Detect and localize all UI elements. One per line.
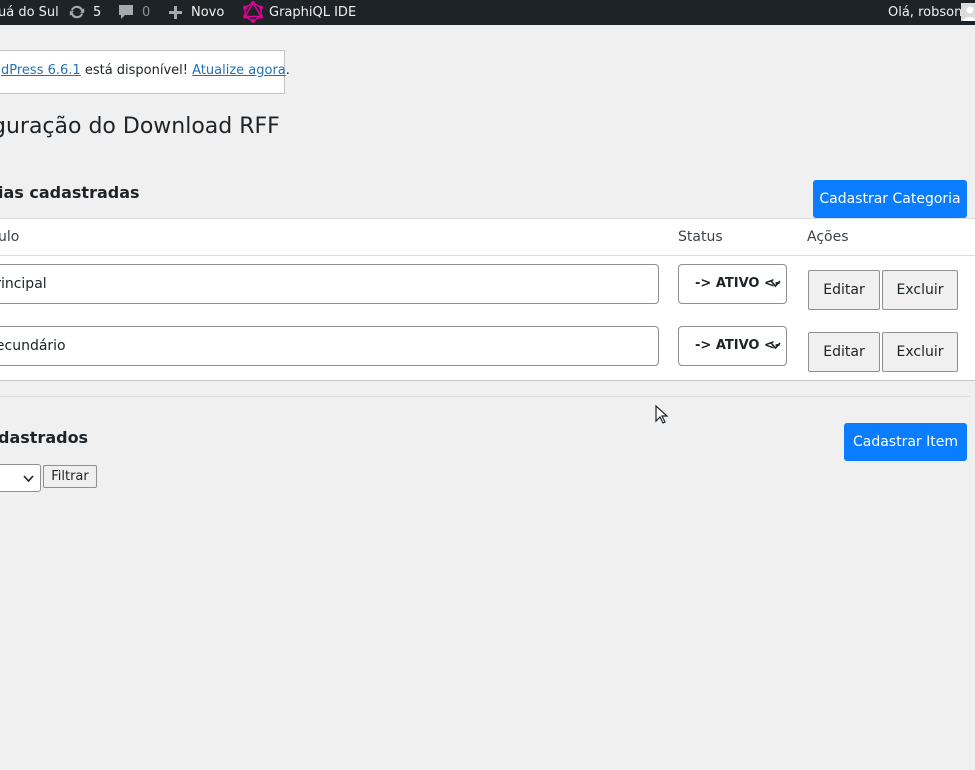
edit-button[interactable]: Editar <box>808 270 880 310</box>
category-status-select[interactable]: -> ATIVO <- <box>678 326 787 366</box>
graphiql-icon[interactable] <box>243 1 263 23</box>
delete-button[interactable]: Excluir <box>882 270 958 310</box>
category-title-input[interactable]: Principal <box>0 264 659 304</box>
chevron-down-icon <box>770 342 781 350</box>
mouse-cursor-icon <box>655 405 669 424</box>
wordpress-version-link[interactable]: dPress 6.6.1 <box>1 63 81 78</box>
new-link[interactable]: Novo <box>191 0 224 25</box>
notice-text: está disponível! <box>80 63 193 78</box>
update-notice: dPress 6.6.1 está disponível! Atualize a… <box>0 50 290 94</box>
column-header-status: Status <box>678 229 723 245</box>
filter-button[interactable]: Filtrar <box>43 465 97 488</box>
categories-table: ulo Status Ações Principal -> ATIVO <- E… <box>0 218 975 381</box>
avatar[interactable] <box>961 3 975 21</box>
site-name-link[interactable]: uá do Sul <box>0 0 59 25</box>
updates-icon[interactable] <box>68 3 86 21</box>
updates-count[interactable]: 5 <box>93 0 101 25</box>
comment-icon[interactable] <box>118 3 134 21</box>
category-status-select[interactable]: -> ATIVO <- <box>678 264 787 304</box>
category-filter-select[interactable] <box>0 464 41 492</box>
section-divider <box>0 396 970 397</box>
admin-bar: uá do Sul 5 0 Novo GraphiQL IDE Olá, rob… <box>0 0 975 25</box>
categories-heading: ias cadastradas <box>0 183 140 202</box>
add-item-button[interactable]: Cadastrar Item <box>844 423 967 461</box>
edit-button[interactable]: Editar <box>808 332 880 372</box>
comments-count[interactable]: 0 <box>142 0 150 25</box>
chevron-down-icon <box>770 280 781 288</box>
column-header-title: ulo <box>0 229 20 245</box>
update-now-link[interactable]: Atualize agora <box>192 63 286 78</box>
chevron-down-icon <box>23 475 34 483</box>
notice-suffix: . <box>285 63 290 78</box>
plus-icon[interactable] <box>168 5 183 20</box>
page-title: guração do Download RFF <box>0 114 280 139</box>
delete-button[interactable]: Excluir <box>882 332 958 372</box>
add-category-button[interactable]: Cadastrar Categoria <box>813 180 967 218</box>
graphiql-link[interactable]: GraphiQL IDE <box>269 0 356 25</box>
category-title-input[interactable]: Secundário <box>0 326 659 366</box>
items-heading: dastrados <box>0 428 89 447</box>
header-divider <box>0 255 975 256</box>
column-header-actions: Ações <box>807 229 849 245</box>
user-greeting[interactable]: Olá, robson <box>888 0 962 25</box>
